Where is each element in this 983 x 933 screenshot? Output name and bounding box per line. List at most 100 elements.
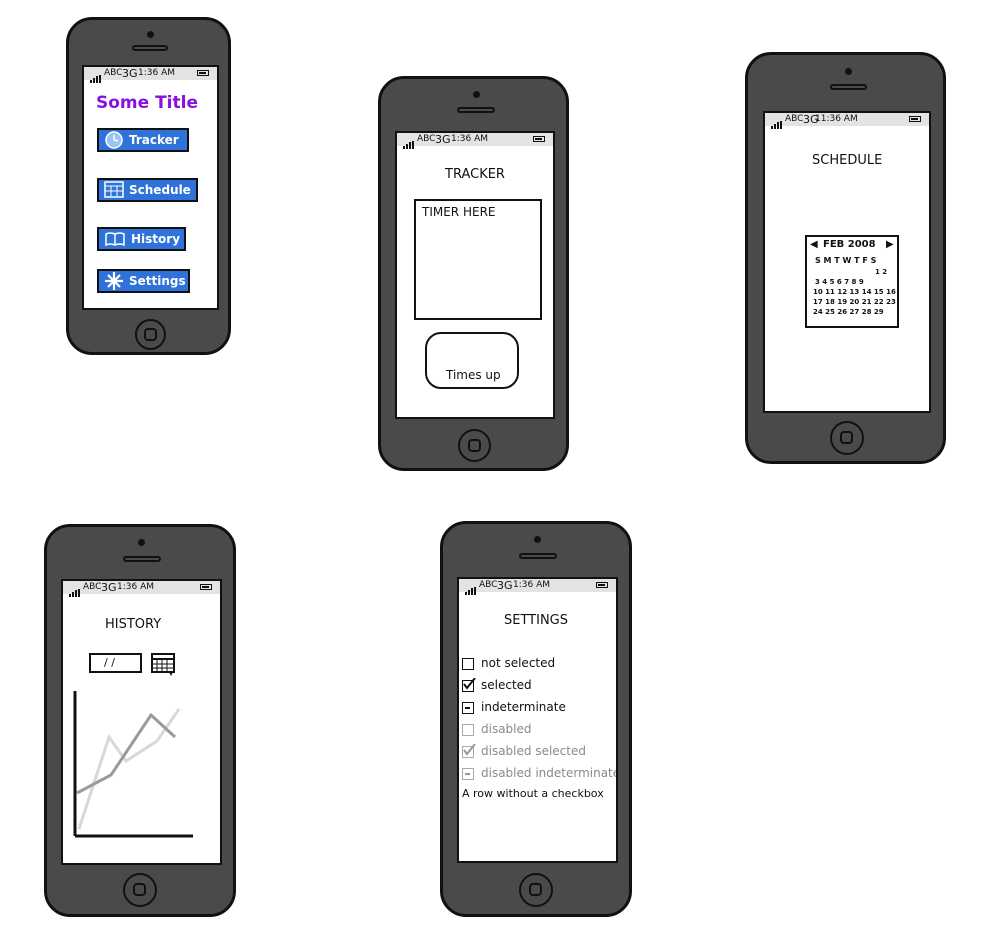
signal-icon: [465, 582, 477, 595]
tracker-button-label: Tracker: [129, 133, 179, 147]
checkbox-label: selected: [481, 678, 532, 692]
checkbox-indeterminate[interactable]: [462, 702, 474, 714]
home-button-icon: [133, 883, 146, 896]
status-bar: ABC 3G 1:36 AM: [397, 133, 553, 149]
screen-home: ABC 3G 1:36 AM Some Title Tracker Schedu…: [82, 65, 219, 310]
signal-icon: [403, 136, 415, 149]
status-bar: ABC 3G 1:36 AM: [84, 67, 217, 83]
next-month-icon[interactable]: ▶: [886, 239, 894, 250]
screen-tracker: ABC 3G 1:36 AM TRACKER TIMER HERE Times …: [395, 131, 555, 419]
page-title: SETTINGS: [504, 613, 569, 628]
home-button[interactable]: [830, 421, 864, 455]
phone-settings: ABC 3G 1:36 AM SETTINGS not selected sel…: [440, 521, 632, 917]
chart-series-dark: [76, 712, 177, 795]
status-bar: ABC 3G 1:36 AM: [63, 581, 220, 597]
history-chart: [73, 691, 193, 838]
home-button-icon: [143, 327, 157, 341]
calendar-row: 10 11 12 13 14 15 16: [813, 288, 896, 296]
home-button[interactable]: [458, 429, 491, 462]
checkbox-label: disabled selected: [481, 744, 586, 758]
speaker: [519, 553, 557, 559]
battery-icon: [909, 116, 921, 122]
status-time: 1:36 AM: [117, 582, 154, 592]
schedule-button-label: Schedule: [129, 183, 191, 197]
calendar-row: 24 25 26 27 28 29: [813, 308, 884, 316]
status-time: 1:36 AM: [513, 580, 550, 590]
checkbox-disabled: [462, 724, 474, 736]
speaker: [830, 84, 867, 90]
camera: [138, 539, 145, 546]
signal-icon: [771, 116, 783, 129]
carrier-label: ABC: [83, 582, 102, 592]
times-up-label: Times up: [446, 368, 501, 382]
calendar-widget[interactable]: ◀ FEB 2008 ▶ S M T W T F S 1 2 3 4 5 6 7…: [805, 235, 899, 328]
network-label: 3G: [497, 579, 513, 592]
clock-icon: [105, 131, 123, 149]
page-title: TRACKER: [445, 167, 505, 182]
page-title: SCHEDULE: [812, 153, 883, 168]
settings-button-label: Settings: [129, 274, 186, 288]
camera: [147, 31, 154, 38]
signal-icon: [90, 70, 102, 83]
book-icon: [105, 232, 125, 247]
status-bar: ABC 3G 1:36 AM: [459, 579, 616, 595]
checkbox-label: indeterminate: [481, 700, 566, 714]
home-button[interactable]: [123, 873, 157, 907]
checkbox-disabled-indeterminate: [462, 768, 474, 780]
battery-icon: [197, 70, 209, 76]
page-title: Some Title: [96, 93, 198, 113]
check-icon: [463, 744, 476, 756]
dash-icon: [465, 707, 470, 709]
history-button[interactable]: History: [97, 227, 186, 251]
battery-icon: [200, 584, 212, 590]
calendar-header: ◀ FEB 2008 ▶: [807, 239, 897, 253]
checkbox-not-selected[interactable]: [462, 658, 474, 670]
home-button[interactable]: [135, 319, 166, 350]
settings-button[interactable]: Settings: [97, 269, 190, 293]
carrier-label: ABC: [785, 114, 804, 124]
calendar-month: FEB 2008: [823, 239, 876, 250]
speaker: [457, 107, 495, 113]
network-label: 3G: [122, 67, 138, 80]
tracker-button[interactable]: Tracker: [97, 128, 189, 152]
dash-icon: [465, 773, 470, 775]
camera: [845, 68, 852, 75]
network-label: 3G: [435, 133, 451, 146]
phone-schedule: ABC 3G 11:36 AM SCHEDULE ◀ FEB 2008 ▶ S …: [745, 52, 946, 464]
speaker: [132, 45, 168, 51]
times-up-button[interactable]: Times up: [425, 332, 519, 389]
page-title: HISTORY: [105, 617, 162, 632]
checkbox-label: disabled: [481, 722, 532, 736]
checkbox-disabled-selected: [462, 744, 476, 758]
phone-history: ABC 3G 1:36 AM HISTORY / /: [44, 524, 236, 917]
date-field[interactable]: / /: [89, 653, 142, 673]
status-time: 1:36 AM: [451, 134, 488, 144]
calendar-picker-icon[interactable]: [151, 652, 177, 678]
carrier-label: ABC: [479, 580, 498, 590]
asterisk-icon: [105, 272, 123, 290]
prev-month-icon[interactable]: ◀: [810, 239, 818, 250]
carrier-label: ABC: [104, 68, 123, 78]
phone-home: ABC 3G 1:36 AM Some Title Tracker Schedu…: [66, 17, 231, 355]
calendar-row: 1 2: [875, 268, 888, 276]
carrier-label: ABC: [417, 134, 436, 144]
calendar-row: 3 4 5 6 7 8 9: [815, 278, 864, 286]
screen-settings: ABC 3G 1:36 AM SETTINGS not selected sel…: [457, 577, 618, 863]
speaker: [123, 556, 161, 562]
home-button[interactable]: [519, 873, 553, 907]
signal-icon: [69, 584, 81, 597]
checkbox-label: disabled indeterminate: [481, 766, 618, 780]
timer-box: TIMER HERE: [414, 199, 542, 320]
battery-icon: [533, 136, 545, 142]
screen-history: ABC 3G 1:36 AM HISTORY / /: [61, 579, 222, 865]
plain-row: A row without a checkbox: [462, 787, 604, 800]
home-button-icon: [529, 883, 542, 896]
checkbox-label: not selected: [481, 656, 556, 670]
home-button-icon: [840, 431, 853, 444]
checkbox-selected[interactable]: [462, 678, 476, 692]
status-time: 11:36 AM: [815, 114, 858, 124]
schedule-button[interactable]: Schedule: [97, 178, 198, 202]
home-button-icon: [467, 438, 481, 452]
status-time: 1:36 AM: [138, 68, 175, 78]
date-value: / /: [104, 656, 115, 669]
